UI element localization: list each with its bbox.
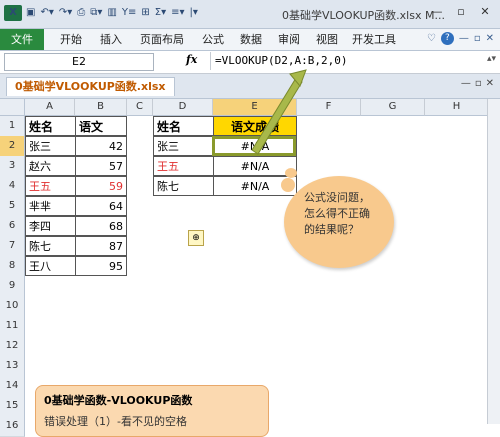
vertical-scrollbar[interactable]: [487, 99, 500, 424]
callout-dot: [281, 178, 295, 192]
callout-text: 公式没问题，怎么得不正确的结果呢？: [304, 191, 370, 236]
callout-dot-small: [285, 168, 297, 178]
pointer-arrow: [251, 69, 307, 155]
callout-bubble: 公式没问题，怎么得不正确的结果呢？: [284, 176, 394, 268]
